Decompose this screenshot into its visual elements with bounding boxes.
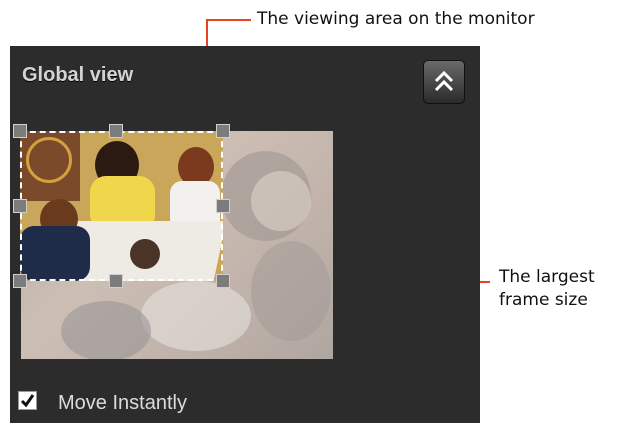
resize-handle-bottom-left[interactable] bbox=[13, 274, 27, 288]
resize-handle-bottom-right[interactable] bbox=[216, 274, 230, 288]
viewing-area-frame[interactable] bbox=[20, 131, 223, 281]
resize-handle-middle-right[interactable] bbox=[216, 199, 230, 213]
callout-largest-frame-line1: The largest bbox=[499, 267, 595, 287]
callout-viewing-area: The viewing area on the monitor bbox=[257, 9, 535, 29]
resize-handle-middle-left[interactable] bbox=[13, 199, 27, 213]
resize-handle-bottom-center[interactable] bbox=[109, 274, 123, 288]
resize-handle-top-right[interactable] bbox=[216, 124, 230, 138]
panel-title: Global view bbox=[22, 64, 134, 86]
resize-handle-top-left[interactable] bbox=[13, 124, 27, 138]
checkmark-icon bbox=[20, 394, 35, 408]
resize-handle-top-center[interactable] bbox=[109, 124, 123, 138]
callout-leader-viewing-area-horizontal bbox=[206, 19, 251, 21]
move-instantly-label: Move Instantly bbox=[58, 392, 187, 414]
double-chevron-up-icon bbox=[434, 70, 454, 92]
collapse-button[interactable] bbox=[423, 60, 465, 104]
callout-largest-frame-line2: frame size bbox=[499, 290, 588, 310]
move-instantly-checkbox[interactable] bbox=[18, 391, 37, 410]
